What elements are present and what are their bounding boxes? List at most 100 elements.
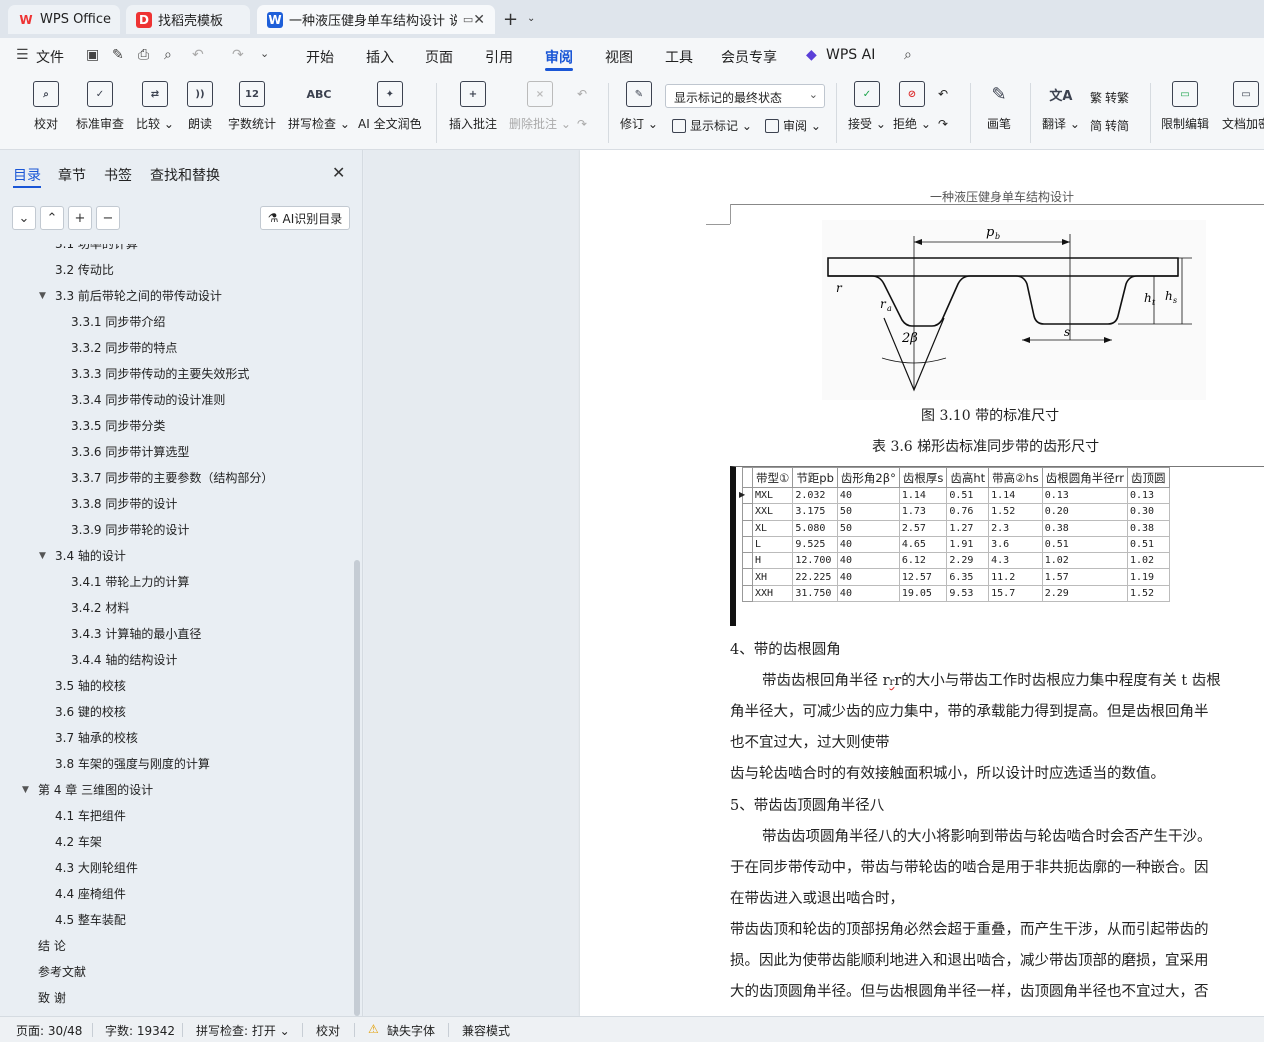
search-icon[interactable]: ⌕	[904, 47, 912, 63]
table-cell[interactable]: 19.05	[898, 584, 948, 603]
toc-item[interactable]: 3.3.6 同步带计算选型	[71, 442, 189, 462]
menu-tools[interactable]: 工具	[665, 47, 693, 67]
compat-mode-status[interactable]: 兼容模式	[462, 1022, 510, 1039]
table-cell[interactable]: 0.13	[1041, 486, 1129, 505]
table-cell[interactable]: 40	[836, 486, 900, 505]
missing-font-status[interactable]: 缺失字体	[387, 1022, 435, 1039]
table-cell[interactable]: XXH	[751, 584, 794, 603]
expand-down-button[interactable]: ⌄	[12, 206, 36, 230]
table-cell[interactable]: 50	[836, 519, 900, 537]
word-count-indicator[interactable]: 字数: 19342	[105, 1022, 175, 1039]
table-cell[interactable]: 1.27	[946, 519, 990, 537]
table-cell[interactable]: 9.53	[946, 584, 990, 603]
table-cell[interactable]: 11.2	[988, 568, 1043, 586]
prev-comment-icon[interactable]: ↶	[577, 87, 587, 101]
table-cell[interactable]: H	[751, 552, 794, 570]
table-cell[interactable]: 1.14	[898, 486, 948, 505]
next-comment-icon[interactable]: ↷	[577, 117, 587, 131]
tab-chapter[interactable]: 章节	[58, 165, 86, 185]
show-markup-button[interactable]: 显示标记 ⌄	[672, 117, 752, 134]
ai-toc-button[interactable]: ⚗ AI识别目录	[260, 206, 350, 230]
belt-dimension-table[interactable]: 带型① 节距pb 齿形角2β° 齿根厚s 齿高ht 带高②hs 齿根圆角半径rr…	[730, 466, 1264, 626]
table-cell[interactable]: 1.52	[1127, 584, 1170, 603]
table-cell[interactable]: 40	[836, 552, 900, 570]
table-cell[interactable]: XH	[751, 568, 794, 586]
toc-item[interactable]: 3.7 轴承的校核	[55, 728, 138, 748]
review-pane-button[interactable]: 审阅 ⌄	[765, 117, 821, 134]
tab-template[interactable]: D 找稻壳模板	[126, 5, 250, 34]
revise-button[interactable]: ✎ 修订 ⌄	[620, 81, 658, 132]
toc-item[interactable]: 4.5 整车装配	[55, 910, 126, 930]
table-cell[interactable]: 0.51	[946, 486, 990, 505]
tab-toc[interactable]: 目录	[13, 165, 41, 185]
print-preview-icon[interactable]: ⌕	[164, 47, 172, 63]
word-count-button[interactable]: 12 字数统计	[228, 81, 276, 132]
table-cell[interactable]: 2.3	[988, 519, 1043, 537]
table-cell[interactable]: 1.73	[898, 503, 948, 521]
table-cell[interactable]: 2.29	[946, 552, 990, 570]
table-cell[interactable]: 1.14	[988, 486, 1043, 505]
sign-icon[interactable]: ✎	[112, 47, 124, 63]
new-tab-icon[interactable]: +	[503, 9, 518, 30]
next-change-icon[interactable]: ↷	[938, 117, 948, 131]
menu-view[interactable]: 视图	[605, 47, 633, 67]
table-cell[interactable]: 2.29	[1041, 584, 1129, 603]
table-cell[interactable]: L	[751, 535, 794, 554]
table-cell[interactable]: 40	[836, 535, 900, 554]
toc-item[interactable]: 参考文献	[38, 962, 86, 982]
table-cell[interactable]: 0.30	[1127, 503, 1170, 521]
tab-document[interactable]: W 一种液压健身单车结构设计 说 ▭ ✕	[257, 5, 495, 34]
spell-check-toggle[interactable]: 拼写检查: 打开 ⌄	[196, 1022, 290, 1039]
table-cell[interactable]: 6.35	[946, 568, 990, 586]
toc-item[interactable]: 3.3.8 同步带的设计	[71, 494, 177, 514]
table-cell[interactable]: 0.51	[1127, 535, 1170, 554]
table-cell[interactable]: 50	[836, 503, 900, 521]
table-cell[interactable]: XL	[751, 519, 794, 537]
table-cell[interactable]: 1.02	[1127, 552, 1170, 570]
standard-review-button[interactable]: ✓ 标准审查	[76, 81, 124, 132]
table-cell[interactable]: 9.525	[792, 535, 838, 554]
table-cell[interactable]: 0.13	[1127, 486, 1170, 505]
table-cell[interactable]: 6.12	[898, 552, 948, 570]
toc-item[interactable]: 3.1 功率的计算	[55, 244, 138, 254]
table-cell[interactable]: 0.20	[1041, 503, 1129, 521]
menu-member[interactable]: 会员专享	[721, 47, 777, 67]
save-icon[interactable]: ▣	[86, 47, 99, 63]
menu-start[interactable]: 开始	[306, 47, 334, 67]
toc-item[interactable]: ▼ 3.3 前后带轮之间的带传动设计	[39, 286, 222, 306]
toc-item[interactable]: 4.2 车架	[55, 832, 102, 852]
menu-insert[interactable]: 插入	[366, 47, 394, 67]
table-cell[interactable]: 5.080	[792, 519, 838, 537]
toc-item[interactable]: 3.4.2 材料	[71, 598, 129, 618]
expand-caret-icon[interactable]: ▼	[39, 286, 46, 306]
remove-heading-button[interactable]: −	[96, 206, 120, 230]
toc-item[interactable]: 3.4.4 轴的结构设计	[71, 650, 177, 670]
undo-icon[interactable]: ↶	[192, 47, 204, 63]
toc-item[interactable]: 3.3.3 同步带传动的主要失效形式	[71, 364, 249, 384]
table-cell[interactable]: 1.52	[988, 503, 1043, 521]
proofread-button[interactable]: ⌕ 校对	[33, 81, 59, 132]
table-cell[interactable]: 4.65	[898, 535, 948, 554]
table-cell[interactable]: 2.032	[792, 486, 838, 505]
close-icon[interactable]: ✕	[332, 163, 345, 182]
toc-item[interactable]: 4.4 座椅组件	[55, 884, 126, 904]
toc-item[interactable]: 3.2 传动比	[55, 260, 114, 280]
toc-item[interactable]: 3.3.7 同步带的主要参数（结构部分）	[71, 468, 273, 488]
redo-icon[interactable]: ↷	[232, 47, 244, 63]
close-tab-icon[interactable]: ✕	[473, 12, 485, 28]
to-simplified-button[interactable]: 简转简	[1090, 117, 1129, 134]
toc-item[interactable]: 4.1 车把组件	[55, 806, 126, 826]
chevron-down-icon[interactable]: ⌄	[527, 13, 535, 24]
toc-item[interactable]: ▼ 3.4 轴的设计	[39, 546, 126, 566]
menu-page[interactable]: 页面	[425, 47, 453, 67]
prev-change-icon[interactable]: ↶	[938, 87, 948, 101]
table-cell[interactable]: 2.57	[898, 519, 948, 537]
table-cell[interactable]: 12.700	[792, 552, 838, 570]
table-cell[interactable]: 31.750	[792, 584, 838, 603]
toc-item[interactable]: 3.3.2 同步带的特点	[71, 338, 177, 358]
proofread-status[interactable]: 校对	[316, 1022, 340, 1039]
collapse-up-button[interactable]: ⌃	[40, 206, 64, 230]
page-indicator[interactable]: 页面: 30/48	[16, 1022, 82, 1039]
table-cell[interactable]: 15.7	[988, 584, 1043, 603]
expand-caret-icon[interactable]: ▼	[39, 546, 46, 566]
